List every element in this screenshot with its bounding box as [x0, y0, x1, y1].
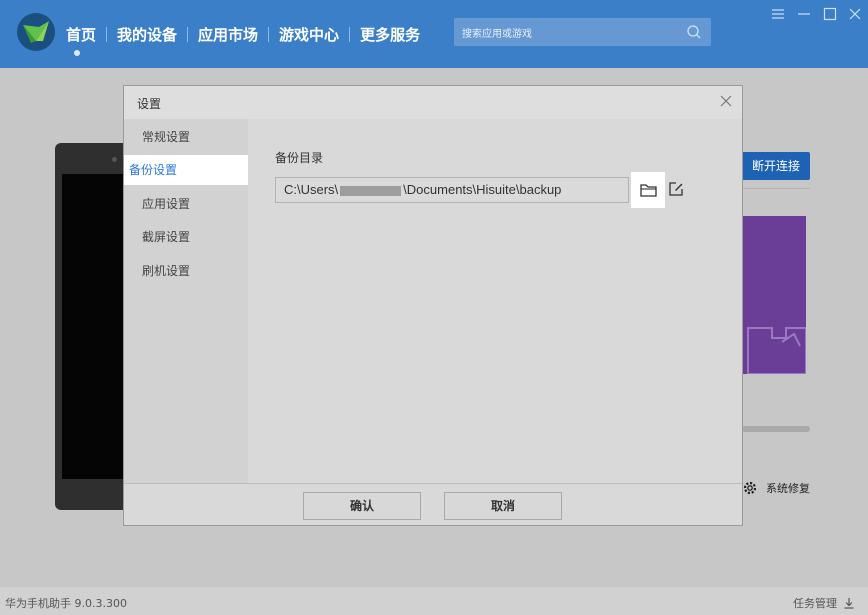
- minimize-icon[interactable]: [797, 6, 811, 22]
- backup-dir-label: 备份目录: [275, 151, 324, 165]
- sidebar-item-apps[interactable]: 应用设置: [124, 189, 253, 219]
- sidebar-item-screenshot[interactable]: 截屏设置: [124, 222, 253, 252]
- nav-item-app-market[interactable]: 应用市场: [188, 24, 268, 45]
- nav-item-home[interactable]: 首页: [66, 24, 106, 56]
- task-manager-button[interactable]: 任务管理: [793, 595, 855, 611]
- dialog-footer: 确认 取消: [124, 483, 742, 525]
- search-input[interactable]: 搜索应用或游戏: [462, 25, 532, 40]
- folder-icon: [640, 184, 657, 197]
- nav-item-game-center[interactable]: 游戏中心: [269, 24, 349, 45]
- download-icon: [844, 598, 854, 609]
- divider: [742, 188, 810, 189]
- promo-banner[interactable]: [742, 216, 806, 374]
- close-icon[interactable]: [720, 95, 732, 107]
- search-box[interactable]: 搜索应用或游戏: [454, 18, 711, 46]
- system-repair-label: 系统修复: [766, 482, 810, 495]
- close-window-icon[interactable]: [848, 6, 862, 22]
- backup-settings-panel: 备份目录 C:\Users\ \Documents\Hisuite\backup: [248, 119, 742, 483]
- settings-sidebar: 常规设置 备份设置 应用设置 截屏设置 刷机设置: [124, 119, 253, 483]
- confirm-button[interactable]: 确认: [303, 492, 421, 520]
- system-repair-button[interactable]: 系统修复: [742, 479, 810, 497]
- cancel-button[interactable]: 取消: [444, 492, 562, 520]
- settings-dialog: 设置 常规设置 备份设置 应用设置 截屏设置 刷机设置 备份目录 C:\User…: [123, 85, 743, 526]
- gear-icon: [743, 481, 757, 495]
- path-suffix: \Documents\Hisuite\backup: [403, 182, 562, 197]
- path-prefix: C:\Users\: [284, 182, 339, 197]
- app-version: 华为手机助手 9.0.3.300: [5, 597, 127, 610]
- phone-camera: [112, 157, 117, 162]
- disconnect-button[interactable]: 断开连接: [742, 152, 810, 180]
- status-bar: 华为手机助手 9.0.3.300 任务管理: [0, 587, 868, 615]
- storage-progress-bar: [742, 426, 810, 432]
- sidebar-item-flash[interactable]: 刷机设置: [124, 256, 253, 286]
- main-nav: 首页 我的设备 应用市场 游戏中心 更多服务: [66, 22, 430, 56]
- sidebar-item-general[interactable]: 常规设置: [124, 122, 253, 152]
- active-indicator-dot: [74, 49, 80, 56]
- app-logo-icon[interactable]: [17, 13, 55, 51]
- search-icon[interactable]: [686, 24, 702, 40]
- edit-icon[interactable]: [668, 181, 684, 197]
- nav-item-more-services[interactable]: 更多服务: [350, 24, 430, 45]
- nav-item-my-devices[interactable]: 我的设备: [107, 24, 187, 45]
- redacted-username: [340, 185, 402, 196]
- task-manager-label: 任务管理: [793, 597, 837, 610]
- browse-folder-button[interactable]: [631, 172, 665, 208]
- top-bar: 首页 我的设备 应用市场 游戏中心 更多服务 搜索应用或游戏: [0, 0, 868, 68]
- sidebar-item-backup[interactable]: 备份设置: [124, 155, 253, 185]
- maximize-icon[interactable]: [823, 6, 837, 22]
- menu-icon[interactable]: [771, 6, 785, 22]
- banner-art-icon: [747, 327, 806, 374]
- dialog-title: 设置: [137, 97, 162, 111]
- backup-path-field[interactable]: C:\Users\ \Documents\Hisuite\backup: [275, 177, 629, 203]
